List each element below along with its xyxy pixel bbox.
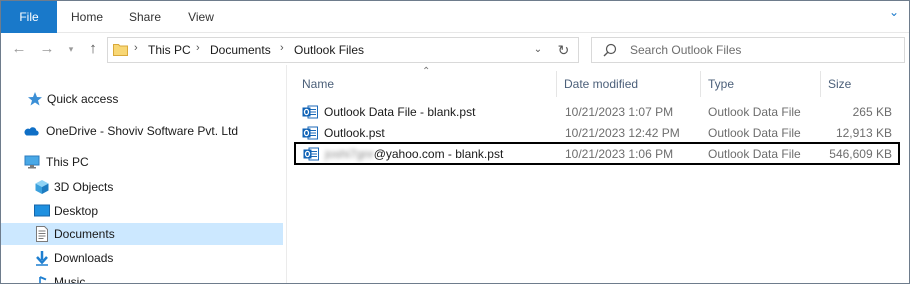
nav-item-label: Documents: [54, 227, 115, 241]
back-arrow-icon[interactable]: ←: [11, 39, 27, 59]
file-name: joshi7gnr@yahoo.com - blank.pst: [325, 147, 503, 161]
nav-item-3d-objects[interactable]: 3D Objects: [1, 176, 283, 198]
nav-item-music[interactable]: Music: [1, 271, 283, 284]
file-type: Outlook Data File: [708, 147, 801, 161]
cube-icon: [35, 180, 49, 194]
desktop-icon: [34, 204, 50, 217]
column-divider[interactable]: [820, 71, 821, 97]
nav-item-downloads[interactable]: Downloads: [1, 247, 283, 269]
folder-icon: [113, 44, 128, 56]
file-date-modified: 10/21/2023 1:06 PM: [565, 147, 674, 161]
nav-item-desktop[interactable]: Desktop: [1, 200, 283, 222]
cloud-icon: [24, 127, 39, 136]
address-row: ← → ▾ ↑ › This PC › Documents › Outlook …: [1, 34, 909, 64]
file-explorer-window: File Home Share View ⌄ ← → ▾ ↑ › This PC…: [0, 0, 910, 284]
search-box[interactable]: [591, 37, 905, 63]
file-list: ⌃ Name Date modified Type Size Outlook D…: [288, 65, 909, 283]
file-name-visible: @yahoo.com - blank.pst: [373, 147, 504, 161]
search-input[interactable]: [630, 39, 890, 61]
nav-item-label: Desktop: [54, 204, 99, 218]
tab-home[interactable]: Home: [67, 1, 107, 33]
nav-item-onedrive[interactable]: OneDrive - Shoviv Software Pvt. Ltd: [1, 120, 283, 142]
column-divider[interactable]: [556, 71, 557, 97]
breadcrumb-separator[interactable]: ›: [280, 42, 284, 54]
nav-item-label: This PC: [46, 155, 89, 169]
file-name: Outlook.pst: [324, 126, 385, 140]
music-icon: [39, 276, 47, 283]
navigation-pane: Quick access OneDrive - Shoviv Software …: [1, 65, 287, 284]
nav-item-label: Quick access: [47, 92, 119, 106]
tab-view[interactable]: View: [183, 1, 219, 33]
recent-locations-icon[interactable]: ▾: [65, 39, 77, 59]
column-divider[interactable]: [700, 71, 701, 97]
nav-item-documents[interactable]: Documents: [1, 223, 283, 245]
tab-file[interactable]: File: [1, 1, 57, 33]
star-icon: [28, 92, 42, 106]
file-size: 546,609 KB: [829, 147, 892, 161]
column-header-size[interactable]: Size: [822, 73, 900, 95]
outlook-data-file-icon: [303, 147, 319, 161]
column-header-type[interactable]: Type: [702, 73, 820, 95]
file-type: Outlook Data File: [708, 126, 801, 140]
file-date-modified: 10/21/2023 1:07 PM: [565, 105, 674, 119]
download-icon: [36, 251, 48, 266]
computer-icon: [24, 155, 40, 169]
ribbon: File Home Share View ⌄: [1, 1, 909, 33]
column-header-date-modified[interactable]: Date modified: [558, 73, 698, 95]
file-row[interactable]: Outlook Data File - blank.pst 10/21/2023…: [294, 102, 900, 122]
nav-item-label: 3D Objects: [54, 180, 114, 194]
nav-item-this-pc[interactable]: This PC: [1, 151, 283, 173]
outlook-data-file-icon: [302, 126, 318, 140]
breadcrumb-separator[interactable]: ›: [134, 42, 138, 54]
document-icon: [36, 226, 48, 242]
breadcrumb-this-pc[interactable]: This PC: [148, 43, 191, 57]
blurred-email-user: joshi7gnr: [325, 147, 374, 161]
refresh-icon[interactable]: ↻: [549, 37, 579, 63]
breadcrumb-outlook-files[interactable]: Outlook Files: [294, 43, 364, 57]
nav-item-quick-access[interactable]: Quick access: [1, 88, 283, 110]
file-row-highlighted[interactable]: joshi7gnr@yahoo.com - blank.pst 10/21/20…: [294, 142, 900, 165]
up-arrow-icon[interactable]: ↑: [85, 39, 101, 59]
tab-share[interactable]: Share: [125, 1, 165, 33]
address-bar[interactable]: › This PC › Documents › Outlook Files: [107, 37, 553, 63]
file-date-modified: 10/21/2023 12:42 PM: [565, 126, 680, 140]
file-row[interactable]: Outlook.pst 10/21/2023 12:42 PM Outlook …: [294, 123, 900, 143]
nav-item-label: Downloads: [54, 251, 114, 265]
file-name: Outlook Data File - blank.pst: [324, 105, 476, 119]
breadcrumb-documents[interactable]: Documents: [210, 43, 271, 57]
nav-item-label: OneDrive - Shoviv Software Pvt. Ltd: [46, 124, 239, 138]
file-type: Outlook Data File: [708, 105, 801, 119]
address-dropdown-icon[interactable]: ⌄: [529, 37, 547, 63]
search-icon: [603, 43, 617, 57]
chevron-down-icon[interactable]: ⌄: [889, 5, 899, 19]
nav-item-label: Music: [54, 275, 86, 284]
forward-arrow-icon[interactable]: →: [39, 39, 55, 59]
outlook-data-file-icon: [302, 105, 318, 119]
file-size: 265 KB: [852, 105, 892, 119]
file-size: 12,913 KB: [835, 126, 892, 140]
breadcrumb-separator[interactable]: ›: [196, 42, 200, 54]
column-header-name[interactable]: Name: [296, 73, 552, 95]
